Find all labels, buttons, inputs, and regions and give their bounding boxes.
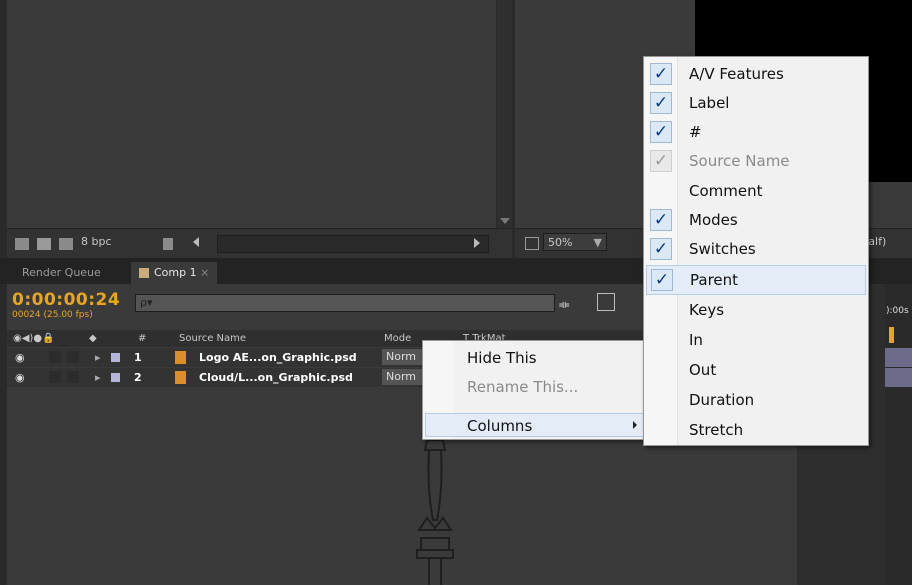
menu-item-columns[interactable]: Columns	[467, 417, 532, 435]
chevron-down-icon: ▼	[593, 236, 602, 249]
menu-item-label: Stretch	[689, 421, 744, 439]
check-icon: ✓	[650, 150, 672, 172]
menu-item-keys[interactable]: Keys	[644, 296, 868, 326]
layer-bar[interactable]	[885, 368, 912, 387]
menu-item-label: Parent	[690, 271, 739, 289]
menu-item-label: Modes	[689, 211, 738, 229]
lock-toggle[interactable]	[67, 371, 79, 383]
ruler-label: ):00s	[886, 306, 909, 316]
tab-comp-1[interactable]: Comp 1 ×	[131, 262, 218, 284]
menu-item-columns-highlight[interactable]	[425, 413, 649, 437]
time-ruler[interactable]: ):00s	[885, 284, 912, 585]
project-horizontal-scrollbar[interactable]	[217, 235, 489, 253]
close-icon[interactable]: ×	[200, 266, 209, 279]
check-icon: ✓	[650, 238, 672, 260]
check-icon: ✓	[650, 63, 672, 85]
menu-item-label: In	[689, 331, 703, 349]
menu-item-stretch[interactable]: Stretch	[644, 416, 868, 446]
eye-icon[interactable]: ◉	[15, 348, 25, 367]
scroll-down-icon[interactable]	[500, 218, 510, 224]
menu-item-out[interactable]: Out	[644, 356, 868, 386]
menu-item-comment[interactable]: Comment	[644, 177, 868, 207]
layer-name[interactable]: Cloud/L...on_Graphic.psd	[199, 368, 353, 387]
label-color-swatch[interactable]	[111, 373, 120, 382]
layer-bar[interactable]	[885, 348, 912, 367]
menu-item-label: Source Name	[689, 152, 790, 170]
menu-item-hide-this[interactable]: Hide This	[467, 349, 537, 367]
frame-count: 00024 (25.00 fps)	[12, 310, 93, 320]
live-update-icon[interactable]	[597, 293, 615, 311]
menu-item-label-col[interactable]: ✓ Label	[644, 89, 868, 119]
layer-number: 1	[134, 351, 142, 364]
mode-header[interactable]: Mode	[384, 330, 411, 347]
mode-dropdown[interactable]: Norm	[382, 349, 427, 365]
audio-toggle[interactable]	[49, 351, 61, 363]
tab-label: Comp 1	[154, 266, 197, 279]
comp-color-swatch	[139, 268, 149, 278]
project-footer: 8 bpc	[7, 228, 512, 258]
zoom-dropdown[interactable]: 50% ▼	[543, 233, 607, 251]
current-time[interactable]: 0:00:00:24	[12, 290, 120, 310]
layer-number: 2	[134, 371, 142, 384]
bit-depth-label[interactable]: 8 bpc	[81, 235, 112, 248]
project-vertical-scrollbar[interactable]	[497, 0, 512, 228]
menu-item-source-name: ✓ Source Name	[644, 147, 868, 177]
search-input[interactable]: ρ▾	[135, 294, 555, 312]
menu-item-label: Out	[689, 361, 717, 379]
menu-item-label: A/V Features	[689, 65, 784, 83]
menu-item-label: #	[689, 123, 702, 141]
psd-icon	[175, 351, 186, 364]
check-icon: ✓	[650, 209, 672, 231]
source-name-header[interactable]: Source Name	[179, 330, 246, 347]
layer-name[interactable]: Logo AE...on_Graphic.psd	[199, 348, 357, 367]
label-column-icon[interactable]: ◆	[89, 330, 97, 347]
menu-item-duration[interactable]: Duration	[644, 386, 868, 416]
submenu-arrow-icon	[633, 421, 637, 429]
menu-item-av-features[interactable]: ✓ A/V Features	[644, 60, 868, 90]
project-panel: 8 bpc	[7, 0, 512, 258]
check-icon: ✓	[650, 92, 672, 114]
check-icon: ✓	[651, 269, 673, 291]
eye-icon[interactable]: ◉	[15, 368, 25, 387]
folder-icon[interactable]	[37, 238, 51, 250]
menu-item-label: Keys	[689, 301, 725, 319]
label-color-swatch[interactable]	[111, 353, 120, 362]
menu-item-label: Duration	[689, 391, 755, 409]
menu-item-label: Comment	[689, 182, 763, 200]
layer-context-menu: Hide This Rename This... Columns	[422, 340, 652, 440]
av-features-icon[interactable]: ◉◀)●🔒	[13, 330, 55, 347]
new-comp-icon[interactable]	[59, 238, 73, 250]
current-time-indicator[interactable]	[889, 327, 894, 343]
menu-item-parent[interactable]: ✓ Parent	[646, 265, 866, 295]
lock-toggle[interactable]	[67, 351, 79, 363]
columns-submenu: ✓ A/V Features ✓ Label ✓ # ✓ Source Name Com…	[643, 56, 869, 446]
tab-label: Render Queue	[22, 266, 101, 279]
mode-dropdown[interactable]: Norm	[382, 369, 427, 385]
scroll-right-icon[interactable]	[474, 238, 480, 248]
project-list-area[interactable]	[7, 0, 497, 228]
menu-item-label: Switches	[689, 240, 756, 258]
menu-item-hash[interactable]: ✓ #	[644, 118, 868, 148]
menu-item-label: Label	[689, 94, 730, 112]
menu-item-rename-this: Rename This...	[467, 378, 579, 396]
check-icon: ✓	[650, 121, 672, 143]
hash-column-header[interactable]: #	[138, 330, 146, 347]
scroll-left-icon[interactable]	[193, 237, 199, 247]
menu-item-in[interactable]: In	[644, 326, 868, 356]
tab-render-queue[interactable]: Render Queue	[14, 262, 109, 284]
menu-item-switches[interactable]: ✓ Switches	[644, 235, 868, 265]
region-icon[interactable]	[525, 237, 539, 250]
audio-toggle[interactable]	[49, 371, 61, 383]
menu-item-modes[interactable]: ✓ Modes	[644, 206, 868, 236]
trash-icon[interactable]	[163, 238, 173, 250]
zoom-value: 50%	[548, 236, 573, 249]
comp-mini-flowchart-icon[interactable]: ⟚	[559, 298, 569, 312]
expand-arrow-icon[interactable]: ▸	[95, 368, 101, 387]
interpret-footage-icon[interactable]	[15, 238, 29, 250]
expand-arrow-icon[interactable]: ▸	[95, 348, 101, 367]
psd-icon	[175, 371, 186, 384]
